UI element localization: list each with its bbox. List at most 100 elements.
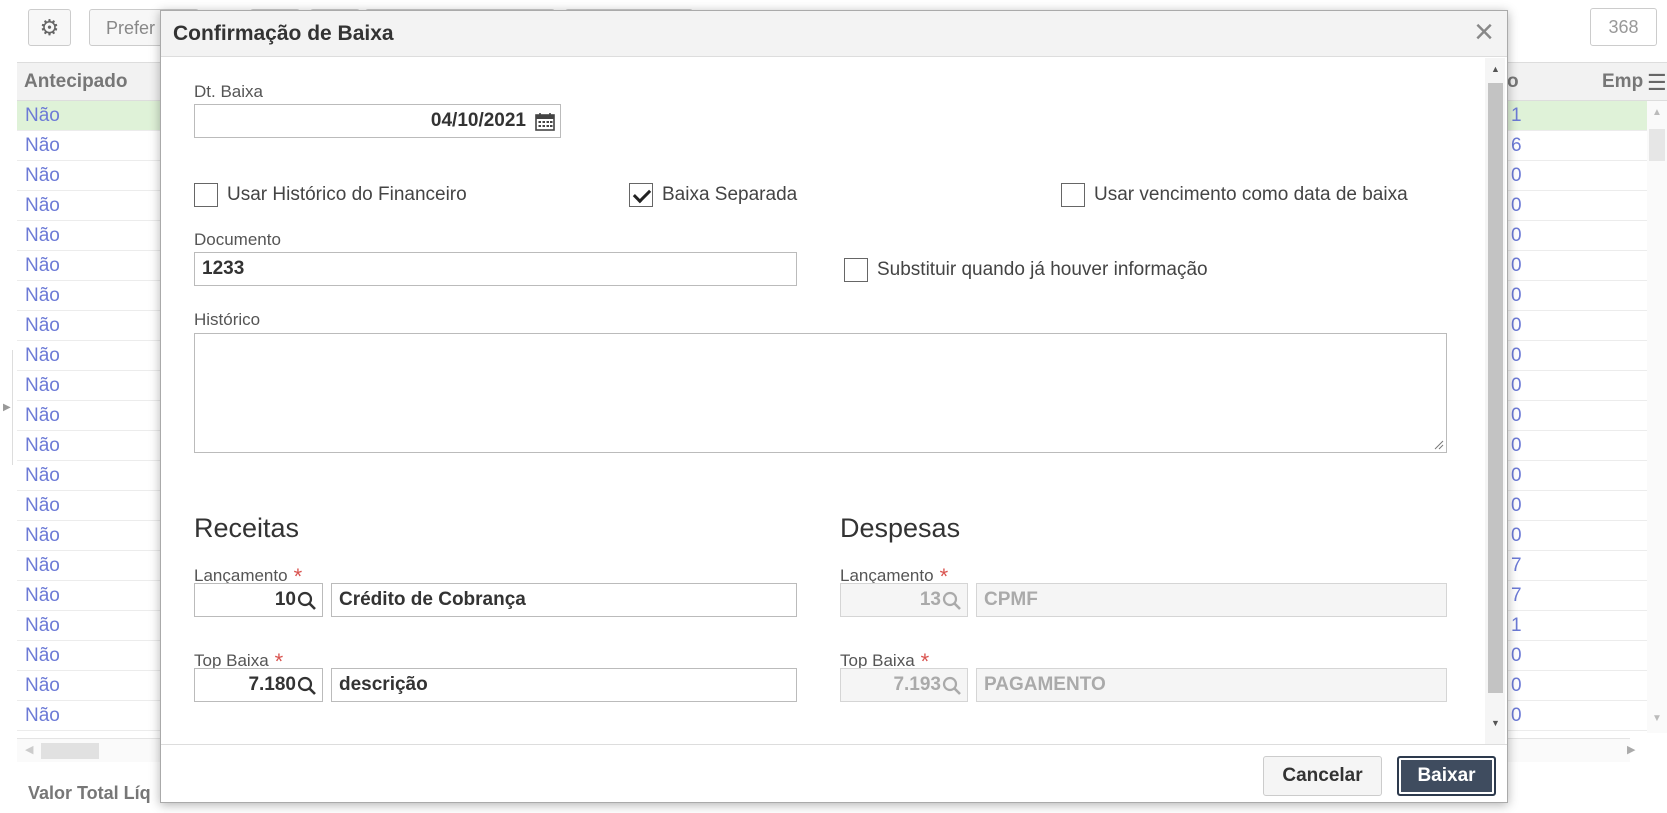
historico-textarea[interactable] (194, 333, 1447, 453)
partial-cell[interactable]: 7 (1511, 555, 1522, 577)
antecipado-cell[interactable]: Não (25, 105, 60, 127)
antecipado-cell[interactable]: Não (25, 165, 60, 187)
usar-historico-box[interactable] (194, 183, 218, 207)
scroll-down-icon[interactable]: ▼ (1491, 718, 1500, 728)
dialog-body: Dt. Baixa 04/10/2021 Usar Histórico do F… (161, 58, 1507, 744)
side-divider (12, 350, 13, 465)
partial-cell[interactable]: 0 (1511, 165, 1522, 187)
resize-grip-icon[interactable] (1434, 440, 1444, 450)
partial-cell[interactable]: 0 (1511, 195, 1522, 217)
settings-button[interactable]: ⚙ (28, 9, 71, 46)
search-icon (942, 676, 961, 695)
receitas-title: Receitas (194, 513, 300, 543)
baixar-button[interactable]: Baixar (1397, 756, 1496, 796)
antecipado-cell[interactable]: Não (25, 315, 60, 337)
despesas-lancamento-description: CPMF (976, 583, 1447, 617)
antecipado-cell[interactable]: Não (25, 345, 60, 367)
antecipado-cell[interactable]: Não (25, 375, 60, 397)
partial-cell[interactable]: 0 (1511, 435, 1522, 457)
partial-cell[interactable]: 0 (1511, 285, 1522, 307)
scroll-left-icon[interactable]: ◀ (25, 743, 33, 756)
usar-vencimento-checkbox[interactable]: Usar vencimento como data de baixa (1061, 183, 1408, 207)
column-header-partial[interactable]: o (1507, 71, 1519, 93)
substituir-box[interactable] (844, 258, 868, 282)
receitas-lancamento-description[interactable]: Crédito de Cobrança (331, 583, 797, 617)
partial-cell[interactable]: 6 (1511, 135, 1522, 157)
scroll-thumb[interactable] (41, 743, 99, 759)
search-icon[interactable] (297, 591, 317, 611)
antecipado-cell[interactable]: Não (25, 495, 60, 517)
partial-cell[interactable]: 0 (1511, 495, 1522, 517)
receitas-top-baixa-code: 7.180 (248, 674, 296, 695)
partial-cell[interactable]: 7 (1511, 585, 1522, 607)
expand-panel-icon[interactable]: ▶ (3, 402, 11, 413)
partial-cell[interactable]: 1 (1511, 105, 1522, 127)
historico-label: Histórico (194, 310, 261, 329)
search-icon (942, 591, 961, 610)
antecipado-cell[interactable]: Não (25, 135, 60, 157)
dt-baixa-value: 04/10/2021 (430, 110, 526, 131)
scroll-right-icon[interactable]: ▶ (1627, 743, 1635, 756)
partial-cell[interactable]: 1 (1511, 615, 1522, 637)
close-icon[interactable]: × (1467, 15, 1501, 51)
partial-cell[interactable]: 0 (1511, 645, 1522, 667)
scroll-up-icon[interactable]: ▲ (1652, 107, 1662, 118)
receitas-lancamento-code-input[interactable]: 10 (194, 583, 323, 617)
antecipado-cell[interactable]: Não (25, 705, 60, 727)
confirmation-dialog: Confirmação de Baixa × Dt. Baixa 04/10/2… (160, 10, 1508, 803)
scroll-thumb[interactable] (1649, 129, 1665, 161)
column-header-emp[interactable]: Emp (1602, 71, 1643, 93)
partial-cell[interactable]: 0 (1511, 345, 1522, 367)
antecipado-cell[interactable]: Não (25, 405, 60, 427)
receitas-top-baixa-code-input[interactable]: 7.180 (194, 668, 323, 702)
baixa-separada-checkbox[interactable]: Baixa Separada (629, 183, 797, 207)
documento-label: Documento (194, 230, 281, 249)
antecipado-cell[interactable]: Não (25, 615, 60, 637)
scroll-up-icon[interactable]: ▲ (1491, 64, 1500, 74)
partial-cell[interactable]: 0 (1511, 525, 1522, 547)
total-label: Valor Total Líq (28, 783, 151, 803)
scroll-down-icon[interactable]: ▼ (1652, 713, 1662, 724)
antecipado-cell[interactable]: Não (25, 555, 60, 577)
despesas-top-baixa-code: 7.193 (893, 674, 941, 695)
antecipado-cell[interactable]: Não (25, 255, 60, 277)
partial-cell[interactable]: 0 (1511, 375, 1522, 397)
despesas-lancamento-code-input: 13 (840, 583, 968, 617)
dialog-title: Confirmação de Baixa (173, 22, 394, 45)
search-icon[interactable] (297, 676, 317, 696)
scroll-thumb[interactable] (1488, 83, 1503, 693)
antecipado-cell[interactable]: Não (25, 585, 60, 607)
baixa-separada-box[interactable] (629, 183, 653, 207)
partial-cell[interactable]: 0 (1511, 465, 1522, 487)
antecipado-cell[interactable]: Não (25, 225, 60, 247)
partial-cell[interactable]: 0 (1511, 675, 1522, 697)
partial-cell[interactable]: 0 (1511, 255, 1522, 277)
cancel-button[interactable]: Cancelar (1263, 756, 1382, 796)
menu-icon[interactable]: ☰ (1647, 70, 1667, 96)
despesas-top-baixa-code-input: 7.193 (840, 668, 968, 702)
partial-cell[interactable]: 0 (1511, 405, 1522, 427)
antecipado-cell[interactable]: Não (25, 645, 60, 667)
substituir-label: Substituir quando já houver informação (877, 259, 1208, 280)
antecipado-cell[interactable]: Não (25, 525, 60, 547)
partial-cell[interactable]: 0 (1511, 705, 1522, 727)
record-count: 368 (1590, 8, 1657, 46)
column-header-antecipado[interactable]: Antecipado (24, 71, 127, 93)
partial-cell[interactable]: 0 (1511, 315, 1522, 337)
grid-vertical-scrollbar[interactable]: ▲ ▼ (1647, 101, 1667, 733)
dialog-scrollbar[interactable]: ▲ ▼ (1485, 58, 1505, 744)
usar-historico-checkbox[interactable]: Usar Histórico do Financeiro (194, 183, 467, 207)
antecipado-cell[interactable]: Não (25, 195, 60, 217)
antecipado-cell[interactable]: Não (25, 435, 60, 457)
substituir-checkbox[interactable]: Substituir quando já houver informação (844, 258, 1208, 282)
antecipado-cell[interactable]: Não (25, 285, 60, 307)
despesas-title: Despesas (840, 513, 961, 543)
antecipado-cell[interactable]: Não (25, 675, 60, 697)
documento-input[interactable]: 1233 (194, 252, 797, 286)
usar-vencimento-box[interactable] (1061, 183, 1085, 207)
antecipado-cell[interactable]: Não (25, 465, 60, 487)
dt-baixa-input[interactable]: 04/10/2021 (194, 104, 561, 138)
partial-cell[interactable]: 0 (1511, 225, 1522, 247)
calendar-icon[interactable] (535, 112, 555, 131)
receitas-top-baixa-description[interactable]: descrição (331, 668, 797, 702)
